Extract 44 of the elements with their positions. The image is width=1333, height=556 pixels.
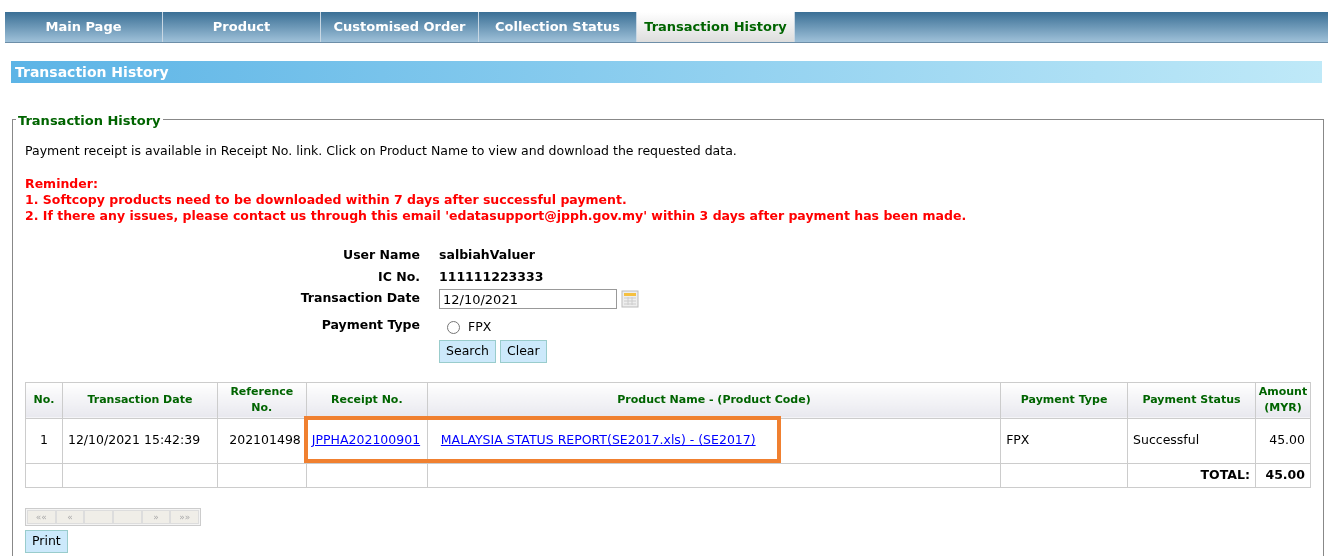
product-link[interactable]: MALAYSIA STATUS REPORT(SE2017.xls) - (SE2017) bbox=[440, 432, 756, 448]
nav-tab[interactable]: Transaction History bbox=[637, 12, 795, 42]
form-button[interactable]: Clear bbox=[499, 340, 547, 363]
column-header: Reference No. bbox=[217, 382, 307, 419]
reminder-text: 2. If there any issues, please contact us through this email 'edatasupport@jpph.gov.my' within 3 days after payment has been made. bbox=[25, 207, 968, 224]
table-cell: Successful bbox=[1127, 418, 1256, 464]
pager-first-button[interactable]: «« bbox=[27, 509, 56, 524]
user-name-value: salbiahValuer bbox=[439, 245, 536, 264]
pager-page-button[interactable] bbox=[113, 509, 142, 524]
column-header: Transaction Date bbox=[62, 382, 218, 419]
column-header: Payment Type bbox=[1000, 382, 1128, 419]
pager-previous-button[interactable]: « bbox=[55, 509, 85, 524]
column-header: No. bbox=[25, 382, 63, 419]
total-label: TOTAL: bbox=[1127, 463, 1256, 488]
field-label: Payment Type bbox=[320, 316, 420, 335]
print-button[interactable]: Print bbox=[25, 529, 68, 553]
table-cell: 45.00 bbox=[1255, 418, 1311, 464]
field-label: User Name bbox=[342, 245, 420, 264]
table-cell: 1 bbox=[25, 418, 63, 464]
info-text: Payment receipt is available in Receipt No. link. Click on Product Name to view and download the requested data. bbox=[25, 142, 738, 160]
column-header: Amount (MYR) bbox=[1255, 382, 1311, 419]
pager-page-button[interactable] bbox=[84, 509, 113, 524]
form-button[interactable]: Search bbox=[439, 340, 496, 363]
table-cell: FPX bbox=[1000, 418, 1128, 464]
radio-label: FPX bbox=[468, 318, 492, 337]
reminder-title: Reminder: bbox=[25, 175, 99, 192]
nav-tab[interactable]: Main Page bbox=[5, 12, 163, 42]
field-label: IC No. bbox=[377, 267, 420, 286]
column-header: Payment Status bbox=[1127, 382, 1256, 419]
column-header: Product Name - (Product Code) bbox=[427, 382, 1001, 419]
pager-last-button[interactable]: »» bbox=[170, 509, 200, 524]
pager-next-button[interactable]: » bbox=[141, 509, 171, 524]
reminder-text: 1. Softcopy products need to be downloaded within 7 days after successful payment. bbox=[25, 191, 628, 208]
nav-tab[interactable]: Product bbox=[163, 12, 321, 42]
table-cell: 12/10/2021 15:42:39 bbox=[62, 418, 218, 464]
ic-number-value: 111111223333 bbox=[439, 267, 545, 286]
section-title: Transaction History bbox=[11, 61, 1322, 83]
calendar-icon[interactable] bbox=[621, 290, 639, 309]
total-amount: 45.00 bbox=[1255, 463, 1311, 488]
field-label: Transaction Date bbox=[299, 289, 420, 308]
column-header: Receipt No. bbox=[306, 382, 428, 419]
date-input-field[interactable]: 12/10/2021 bbox=[439, 289, 617, 310]
payment-radio[interactable] bbox=[447, 321, 460, 335]
nav-tab[interactable]: Customised Order bbox=[321, 12, 479, 42]
